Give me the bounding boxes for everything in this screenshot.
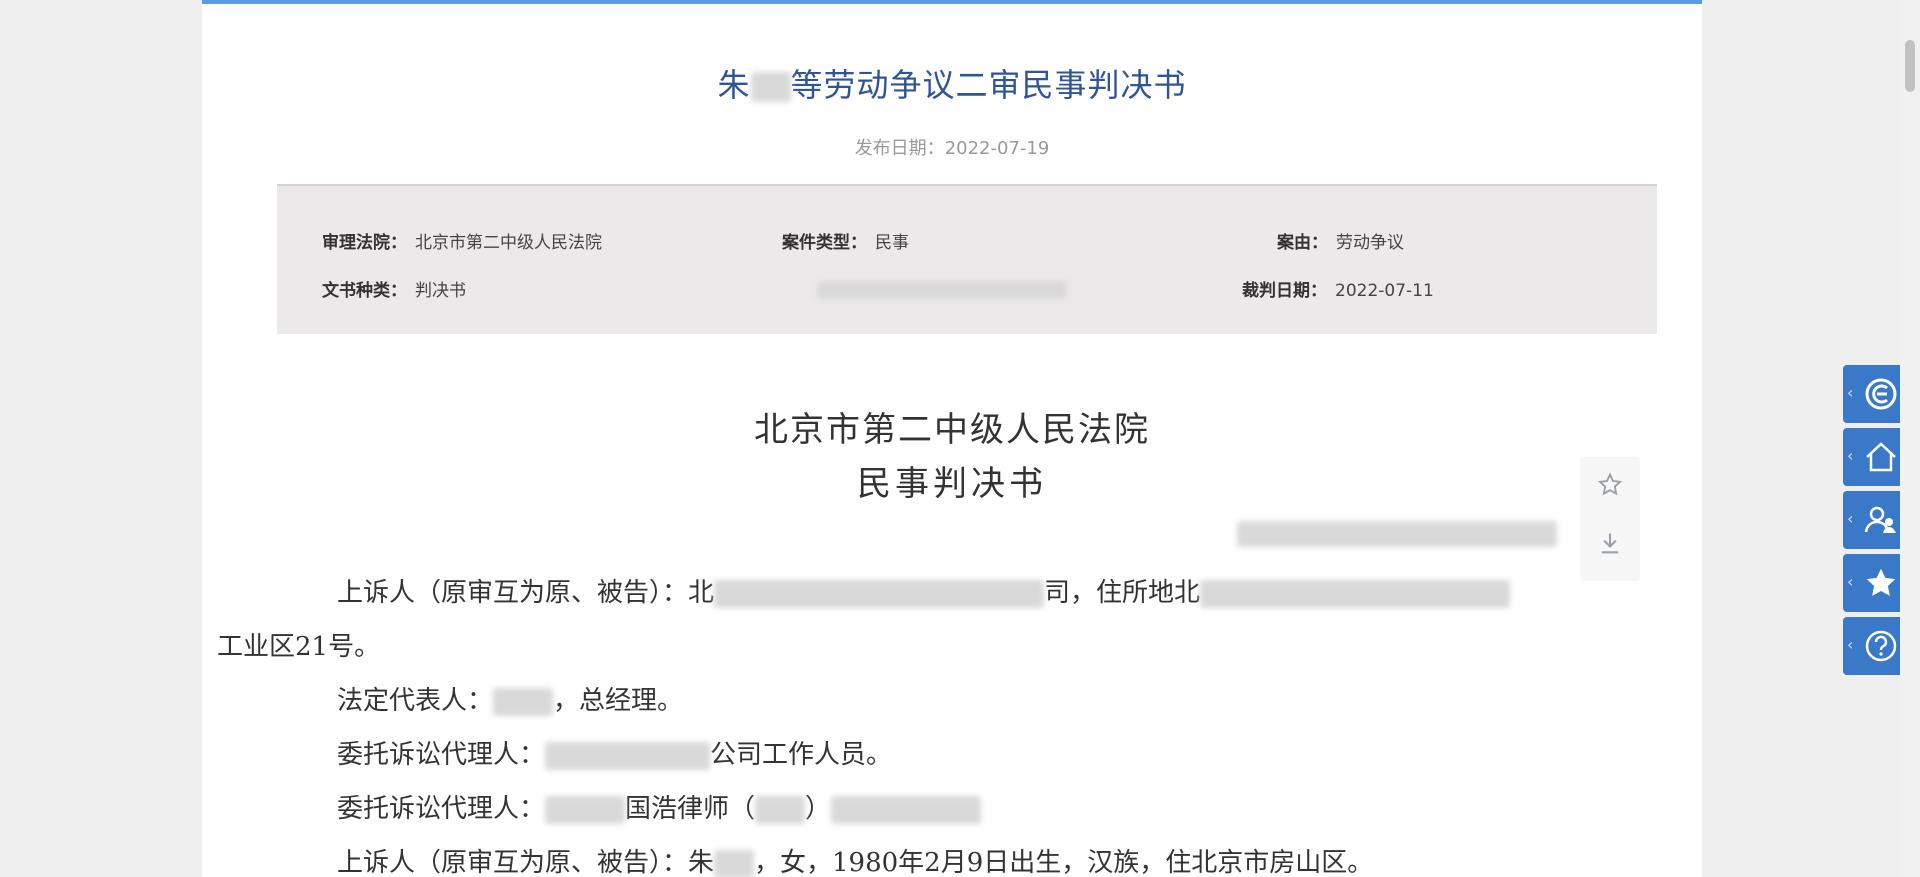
p2-end: ，总经理。 — [553, 686, 684, 716]
home-icon — [1866, 442, 1896, 472]
redacted-case-number — [817, 281, 1067, 299]
redacted-rep-name — [493, 688, 554, 716]
p3-start: 委托诉讼代理人： — [337, 740, 546, 770]
side-help-button[interactable]: ‹ — [1843, 617, 1903, 675]
side-logo-button[interactable]: ‹ — [1843, 365, 1903, 423]
chevron-left-icon: ‹ — [1847, 635, 1854, 654]
case-type-label: 案件类型： — [782, 233, 867, 253]
cause-label: 案由： — [1277, 233, 1328, 253]
case-info-box: 审理法院： 北京市第二中级人民法院 案件类型： 民事 案由： 劳动争议 文书种类： 判决… — [277, 184, 1657, 334]
p2-start: 法定代表人： — [337, 686, 494, 716]
doc-type-label: 文书种类： — [322, 281, 407, 301]
info-court: 审理法院： 北京市第二中级人民法院 — [322, 228, 602, 253]
cause-value: 劳动争议 — [1336, 233, 1404, 253]
info-case-type: 案件类型： 民事 — [782, 228, 909, 253]
redacted-firm — [831, 796, 982, 824]
scrollbar-thumb[interactable] — [1905, 40, 1915, 92]
paragraph-appellant-1: 上诉人（原审互为原、被告）：北 司，住所地北工业区21号。 — [217, 566, 1642, 674]
redacted-name — [750, 72, 791, 102]
document-title: 朱 等劳动争议二审民事判决书 — [202, 60, 1702, 106]
redacted-case-no — [1237, 521, 1557, 547]
document-page: 朱 等劳动争议二审民事判决书 发布日期：2022-07-19 审理法院： 北京市第二… — [202, 0, 1702, 877]
side-home-button[interactable]: ‹ — [1843, 428, 1903, 486]
case-number-redacted — [1237, 521, 1557, 547]
download-icon[interactable] — [1596, 529, 1624, 557]
court-value: 北京市第二中级人民法院 — [415, 233, 602, 253]
side-star-button[interactable]: ‹ — [1843, 554, 1903, 612]
side-toolbar: ‹ ‹ ‹ ‹ ‹ — [1843, 365, 1903, 680]
publish-date: 发布日期：2022-07-19 — [202, 134, 1702, 160]
star-icon — [1866, 568, 1896, 596]
paragraph-agent-2: 委托诉讼代理人： 国浩律师（ ） — [277, 782, 1642, 836]
redacted-agent-1 — [545, 742, 711, 770]
redacted-address — [1200, 580, 1511, 608]
redacted-agent-2 — [545, 796, 626, 824]
court-heading: 北京市第二中级人民法院 — [754, 410, 1150, 450]
title-prefix: 朱 — [717, 66, 751, 104]
chevron-left-icon: ‹ — [1847, 446, 1854, 465]
user-icon — [1864, 506, 1896, 533]
p1-mid: 司，住所地北 — [1044, 578, 1201, 608]
paragraph-legal-rep: 法定代表人： ，总经理。 — [277, 674, 1642, 728]
info-cause: 案由： 劳动争议 — [1277, 228, 1404, 253]
redacted-appellant-name — [714, 850, 755, 877]
p3-end: 公司工作人员。 — [710, 740, 893, 770]
info-case-number-redacted — [817, 280, 1067, 300]
judge-date-value: 2022-07-11 — [1335, 281, 1434, 301]
info-judge-date: 裁判日期： 2022-07-11 — [1242, 276, 1434, 301]
p1-end: 工业区21号。 — [217, 632, 381, 662]
case-type-value: 民事 — [875, 233, 909, 253]
publish-value: 2022-07-19 — [944, 138, 1050, 159]
judgment-body: 上诉人（原审互为原、被告）：北 司，住所地北工业区21号。 法定代表人： ，总经理。… — [217, 566, 1642, 877]
chevron-left-icon: ‹ — [1847, 572, 1854, 591]
p5-end: ，女，1980年2月9日出生，汉族，住北京市房山区。 — [754, 848, 1374, 877]
help-icon — [1865, 630, 1897, 662]
info-doc-type: 文书种类： 判决书 — [322, 276, 466, 301]
p4-start: 委托诉讼代理人： — [337, 794, 546, 824]
star-outline-icon[interactable] — [1596, 471, 1624, 499]
doc-type-value: 判决书 — [415, 281, 466, 301]
judge-date-label: 裁判日期： — [1242, 281, 1327, 301]
redacted-city — [755, 796, 806, 824]
court-label: 审理法院： — [322, 233, 407, 253]
publish-label: 发布日期： — [854, 138, 945, 159]
paragraph-appellant-2: 上诉人（原审互为原、被告）：朱 ，女，1980年2月9日出生，汉族，住北京市房山区… — [277, 836, 1642, 877]
p4-mid: 国浩律师（ — [625, 794, 756, 824]
vertical-scrollbar[interactable] — [1900, 0, 1920, 877]
title-suffix: 等劳动争议二审民事判决书 — [790, 66, 1187, 104]
p4-end: ） — [805, 794, 832, 824]
p1-start: 上诉人（原审互为原、被告）：北 — [337, 578, 715, 608]
p5-start: 上诉人（原审互为原、被告）：朱 — [337, 848, 715, 877]
doc-tools — [1580, 457, 1640, 581]
chevron-left-icon: ‹ — [1847, 509, 1854, 528]
chevron-left-icon: ‹ — [1847, 383, 1854, 402]
document-kind-heading: 民事判决书 — [857, 464, 1047, 504]
redacted-company — [714, 580, 1045, 608]
logo-icon — [1865, 378, 1897, 410]
side-user-button[interactable]: ‹ — [1843, 491, 1903, 549]
paragraph-agent-1: 委托诉讼代理人： 公司工作人员。 — [277, 728, 1642, 782]
